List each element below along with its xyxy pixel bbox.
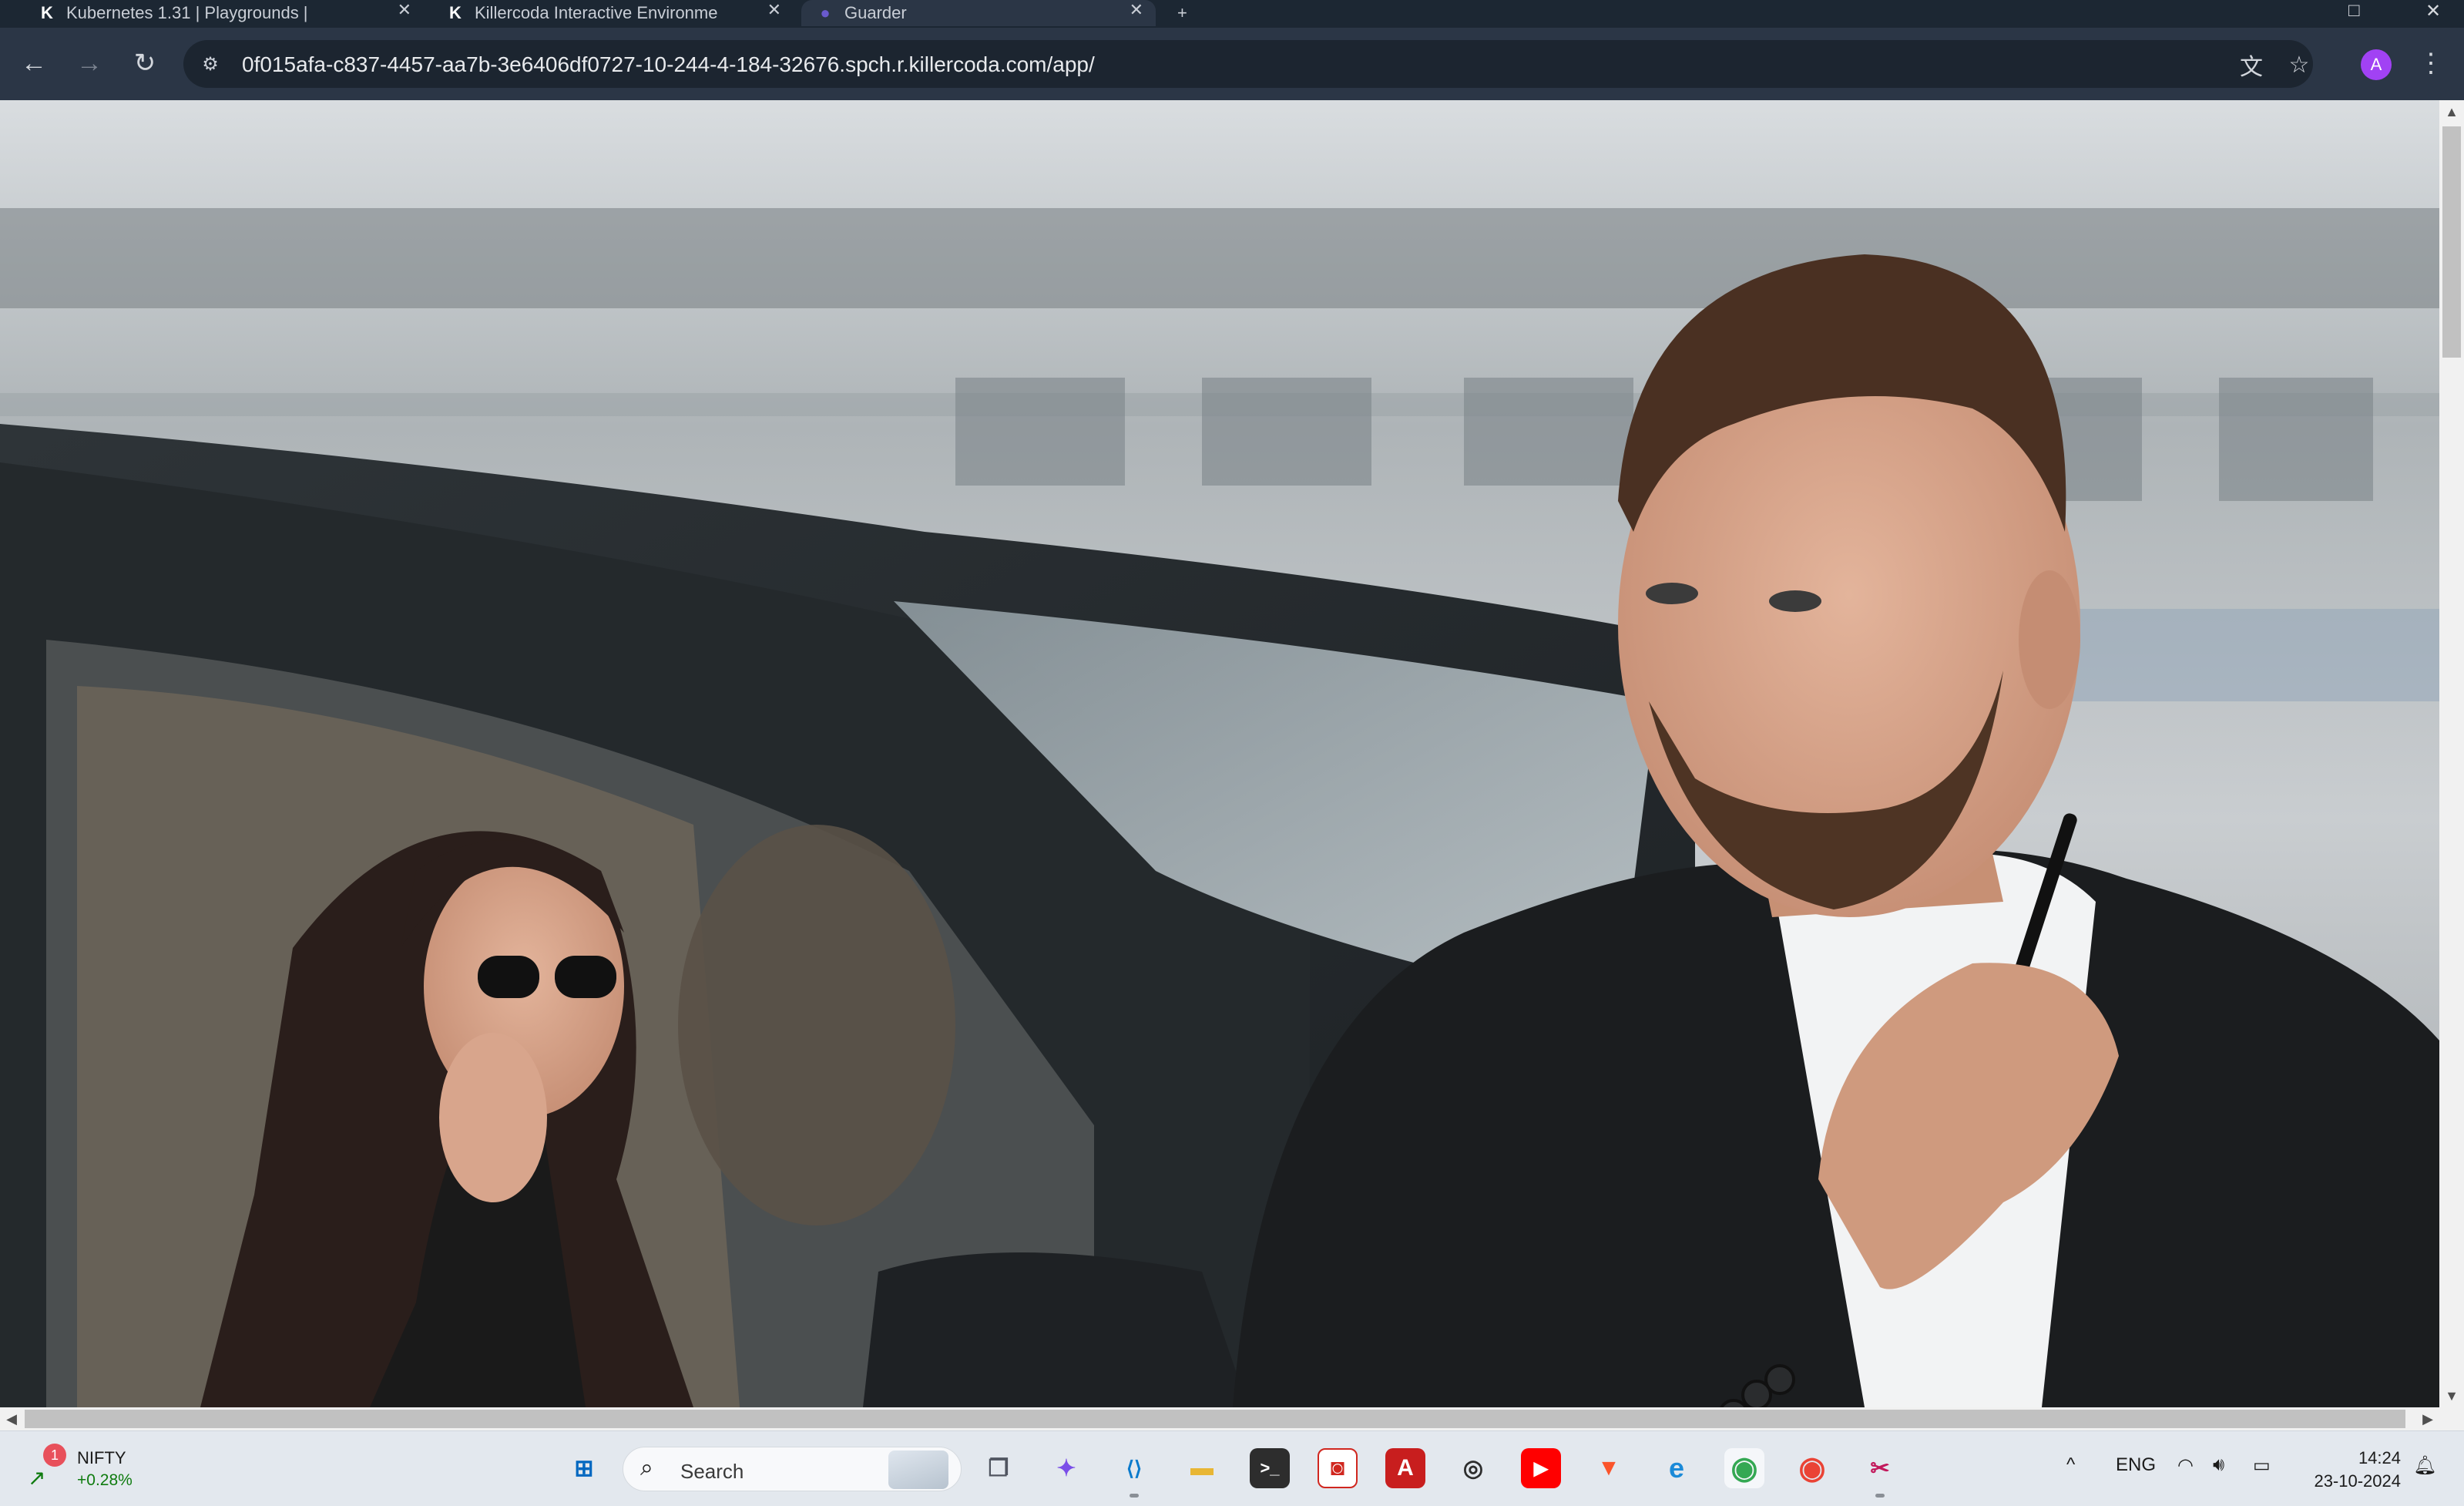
tray-overflow-chevron-icon[interactable]: ^ — [2066, 1454, 2075, 1476]
window-restore-button[interactable]: □ — [2348, 0, 2360, 22]
scroll-right-icon[interactable]: ▶ — [2416, 1407, 2439, 1430]
scroll-up-icon[interactable]: ▲ — [2439, 100, 2464, 123]
red-app-icon[interactable]: ◙ — [1318, 1448, 1358, 1488]
acrobat-icon[interactable]: A — [1385, 1448, 1425, 1488]
guarder-favicon-icon: ● — [820, 3, 831, 22]
vertical-scroll-thumb[interactable] — [2442, 126, 2461, 358]
tab-strip: K Kubernetes 1.31 | Playgrounds | ✕ K Ki… — [0, 0, 2464, 28]
site-info-icon[interactable]: ⚙ — [194, 48, 227, 80]
start-button[interactable]: ⊞ — [564, 1448, 604, 1488]
notification-badge: 1 — [43, 1444, 66, 1467]
search-label: Search — [680, 1460, 744, 1483]
menu-icon[interactable]: ⋮ — [2418, 46, 2444, 80]
terminal-icon[interactable]: >_ — [1250, 1448, 1290, 1488]
volume-icon[interactable]: 🔊︎ — [2213, 1454, 2224, 1476]
ticker-name: NIFTY — [77, 1448, 126, 1467]
translate-icon[interactable]: 文 — [2236, 49, 2267, 80]
tab-title: Killercoda Interactive Environme — [475, 3, 718, 22]
horizontal-scroll-thumb[interactable] — [25, 1410, 2405, 1428]
search-highlight-image — [888, 1451, 948, 1489]
bookmark-star-icon[interactable]: ☆ — [2284, 49, 2315, 80]
close-icon[interactable]: ✕ — [1130, 0, 1143, 20]
scroll-down-icon[interactable]: ▼ — [2439, 1384, 2464, 1407]
tab-kubernetes[interactable]: K Kubernetes 1.31 | Playgrounds | ✕ — [23, 0, 424, 26]
battery-icon[interactable]: ▭ — [2253, 1454, 2271, 1477]
language-indicator[interactable]: ENG — [2116, 1454, 2156, 1476]
profile-avatar[interactable]: A — [2361, 49, 2392, 80]
clock-time: 14:24 — [2358, 1448, 2401, 1467]
url-text[interactable]: 0f015afa-c837-4457-aa7b-3e6406df0727-10-… — [242, 52, 1095, 77]
copilot-icon[interactable]: ✦ — [1046, 1448, 1086, 1488]
forward-button[interactable]: → — [72, 46, 106, 80]
search-icon: ⌕ — [640, 1455, 653, 1481]
killercoda-favicon-icon: K — [449, 3, 462, 22]
notification-bell-icon[interactable]: 🔔︎ — [2413, 1454, 2436, 1477]
tab-guarder[interactable]: ● Guarder ✕ — [801, 0, 1156, 26]
close-icon[interactable]: ✕ — [398, 0, 411, 20]
scroll-left-icon[interactable]: ◀ — [0, 1407, 23, 1430]
new-tab-button[interactable]: + — [1162, 0, 1208, 26]
ticker-change: +0.28% — [77, 1471, 133, 1489]
wifi-icon[interactable]: ◠ — [2177, 1454, 2194, 1477]
killercoda-favicon-icon: K — [41, 3, 53, 22]
reload-button[interactable]: ↻ — [128, 46, 162, 80]
windows-taskbar: ↗ 1 NIFTY +0.28% ⊞ ⌕ Search ❐ ✦ ⟨⟩ ▬ >_ … — [0, 1430, 2464, 1506]
youtube-icon[interactable]: ▶ — [1521, 1448, 1561, 1488]
taskbar-search[interactable]: ⌕ Search — [623, 1447, 962, 1491]
window-close-button[interactable]: ✕ — [2425, 0, 2441, 22]
vertical-scrollbar[interactable]: ▲ ▼ — [2439, 100, 2464, 1407]
trend-up-icon: ↗ — [28, 1466, 46, 1490]
brave-icon[interactable]: ▼ — [1589, 1448, 1629, 1488]
vscode-icon[interactable]: ⟨⟩ — [1114, 1448, 1154, 1498]
chrome-icon[interactable]: ◉ — [1792, 1448, 1832, 1488]
camera-app-icon[interactable]: ◎ — [1453, 1448, 1493, 1488]
back-button[interactable]: ← — [17, 46, 51, 80]
horizontal-scrollbar[interactable]: ◀ ▶ — [0, 1407, 2464, 1430]
tab-killercoda[interactable]: K Killercoda Interactive Environme ✕ — [431, 0, 794, 26]
system-clock[interactable]: 14:24 23-10-2024 — [2301, 1447, 2401, 1493]
task-view-button[interactable]: ❐ — [979, 1448, 1019, 1488]
edge-icon[interactable]: e — [1657, 1448, 1697, 1488]
close-icon[interactable]: ✕ — [767, 0, 781, 20]
snipping-tool-icon[interactable]: ✂ — [1860, 1448, 1900, 1498]
page-viewport — [0, 100, 2439, 1407]
file-explorer-icon[interactable]: ▬ — [1182, 1448, 1222, 1488]
address-bar[interactable]: ⚙ 0f015afa-c837-4457-aa7b-3e6406df0727-1… — [183, 40, 2313, 88]
plus-icon: + — [1177, 3, 1187, 22]
hero-photo — [0, 100, 2439, 1407]
tab-title: Guarder — [844, 3, 907, 22]
chrome-profile-icon[interactable]: ◉ — [1724, 1448, 1764, 1488]
clock-date: 23-10-2024 — [2314, 1471, 2401, 1491]
tab-title: Kubernetes 1.31 | Playgrounds | — [66, 3, 308, 22]
